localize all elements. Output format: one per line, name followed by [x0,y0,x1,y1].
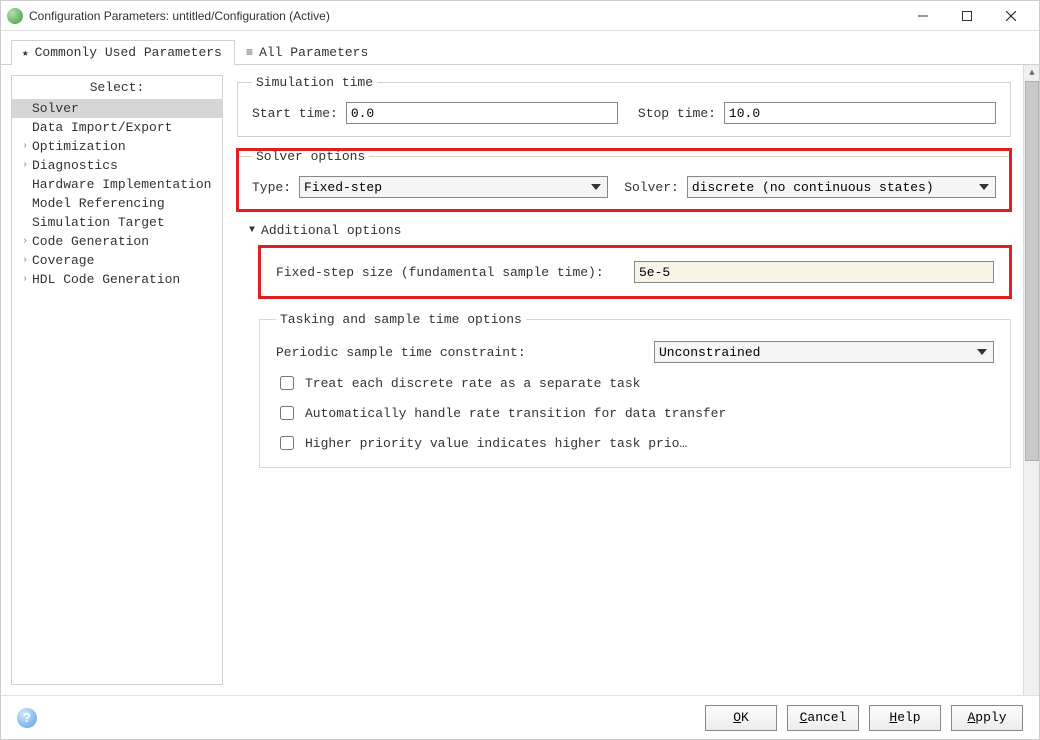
vertical-scrollbar[interactable]: ▲ [1023,65,1039,695]
chevron-right-icon[interactable]: › [18,160,32,171]
sidebar-item-label: Simulation Target [32,215,165,230]
solver-type-label: Type: [252,180,291,195]
bottom-bar: ? OK Cancel Help Apply [1,695,1039,739]
triangle-down-icon: ▼ [249,225,255,236]
sidebar-item-label: Code Generation [32,234,149,249]
content-panel: Simulation time Start time: Stop time: S… [223,65,1039,695]
solver-options-group: Solver options Type: Fixed-step Solver: … [237,149,1011,211]
apply-button[interactable]: Apply [951,705,1023,731]
sidebar-item-label: Optimization [32,139,126,154]
solver-select[interactable]: discrete (no continuous states) [687,176,996,198]
sidebar-item-hardware-implementation[interactable]: Hardware Implementation [12,175,222,194]
sidebar-item-label: HDL Code Generation [32,272,180,287]
sidebar-item-diagnostics[interactable]: › Diagnostics [12,156,222,175]
main-area: Select: Solver Data Import/Export › Opti… [1,65,1039,695]
sidebar-item-label: Diagnostics [32,158,118,173]
start-time-label: Start time: [252,106,338,121]
scroll-up-icon[interactable]: ▲ [1024,65,1040,81]
stop-time-input[interactable] [724,102,996,124]
solver-label: Solver: [624,180,679,195]
fixed-step-box: Fixed-step size (fundamental sample time… [259,246,1011,298]
sidebar-item-label: Solver [32,101,79,116]
tabstrip: ★ Commonly Used Parameters ≡ All Paramet… [1,31,1039,65]
ok-button[interactable]: OK [705,705,777,731]
sidebar-item-data-import-export[interactable]: Data Import/Export [12,118,222,137]
tab-commonly-used-parameters[interactable]: ★ Commonly Used Parameters [11,40,235,65]
app-icon [7,8,23,24]
higher-priority-checkbox[interactable] [280,436,294,450]
sidebar-item-label: Model Referencing [32,196,165,211]
chevron-right-icon[interactable]: › [18,236,32,247]
treat-discrete-rate-checkbox[interactable] [280,376,294,390]
list-icon: ≡ [246,46,253,60]
titlebar: Configuration Parameters: untitled/Confi… [1,1,1039,31]
sidebar-heading: Select: [12,76,222,99]
tasking-legend: Tasking and sample time options [276,312,526,327]
tab-label: Commonly Used Parameters [35,45,222,60]
auto-rate-transition-checkbox[interactable] [280,406,294,420]
periodic-constraint-select[interactable]: Unconstrained [654,341,994,363]
start-time-input[interactable] [346,102,618,124]
tab-all-parameters[interactable]: ≡ All Parameters [235,40,381,65]
sidebar-item-code-generation[interactable]: › Code Generation [12,232,222,251]
sidebar: Select: Solver Data Import/Export › Opti… [11,75,223,685]
additional-options-label: Additional options [261,223,401,238]
fixed-step-size-label: Fixed-step size (fundamental sample time… [276,265,626,280]
maximize-button[interactable] [945,1,989,31]
solver-type-select[interactable]: Fixed-step [299,176,608,198]
cancel-button[interactable]: Cancel [787,705,859,731]
chevron-right-icon[interactable]: › [18,274,32,285]
sidebar-item-model-referencing[interactable]: Model Referencing [12,194,222,213]
periodic-constraint-label: Periodic sample time constraint: [276,345,646,360]
close-button[interactable] [989,1,1033,31]
minimize-button[interactable] [901,1,945,31]
checkbox-label: Higher priority value indicates higher t… [305,436,687,451]
solver-options-legend: Solver options [252,149,369,164]
simulation-time-group: Simulation time Start time: Stop time: [237,75,1011,137]
window-title: Configuration Parameters: untitled/Confi… [29,9,901,23]
window-controls [901,1,1033,31]
sidebar-item-coverage[interactable]: › Coverage [12,251,222,270]
sidebar-item-optimization[interactable]: › Optimization [12,137,222,156]
checkbox-label: Automatically handle rate transition for… [305,406,726,421]
star-icon: ★ [22,46,29,60]
tab-label: All Parameters [259,45,368,60]
tasking-options-group: Tasking and sample time options Periodic… [259,312,1011,468]
sidebar-item-label: Data Import/Export [32,120,172,135]
sidebar-item-label: Hardware Implementation [32,177,211,192]
sidebar-item-label: Coverage [32,253,94,268]
sidebar-item-simulation-target[interactable]: Simulation Target [12,213,222,232]
stop-time-label: Stop time: [638,106,716,121]
checkbox-label: Treat each discrete rate as a separate t… [305,376,640,391]
sidebar-item-solver[interactable]: Solver [12,99,222,118]
chevron-right-icon[interactable]: › [18,141,32,152]
additional-options-toggle[interactable]: ▼ Additional options [249,223,1011,238]
help-button[interactable]: Help [869,705,941,731]
help-icon[interactable]: ? [17,708,37,728]
simulation-time-legend: Simulation time [252,75,377,90]
chevron-right-icon[interactable]: › [18,255,32,266]
sidebar-tree: Solver Data Import/Export › Optimization… [12,99,222,295]
fixed-step-size-input[interactable] [634,261,994,283]
sidebar-item-hdl-code-generation[interactable]: › HDL Code Generation [12,270,222,289]
scroll-thumb[interactable] [1025,81,1039,461]
